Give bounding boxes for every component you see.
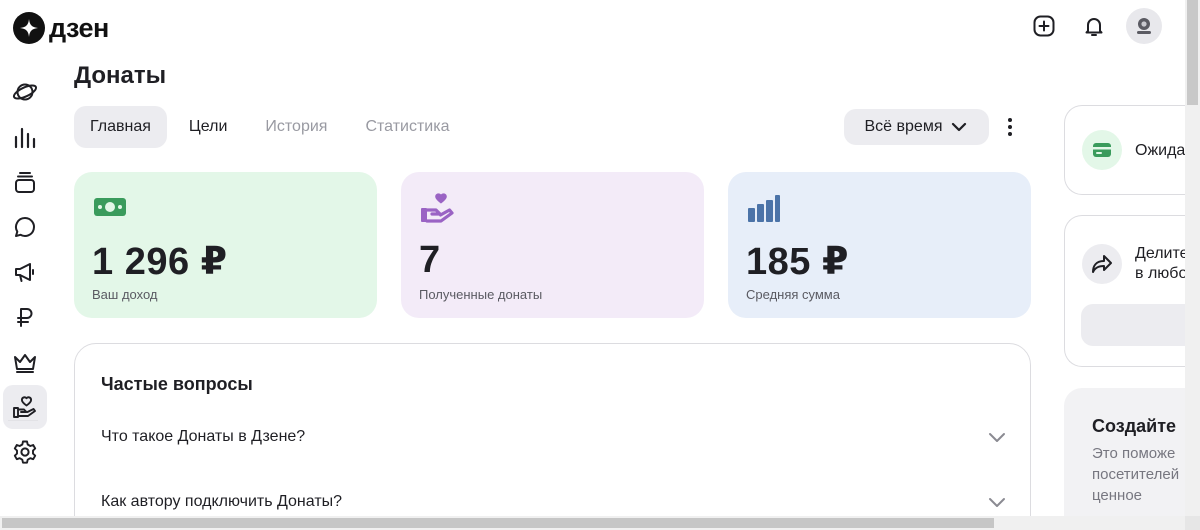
gear-icon xyxy=(13,440,37,464)
faq-item[interactable]: Что такое Донаты в Дзене? xyxy=(101,422,1006,452)
tab-main[interactable]: Главная xyxy=(74,106,167,148)
sidebar-item-donations[interactable] xyxy=(3,385,47,429)
vertical-scrollbar[interactable] xyxy=(1185,0,1200,516)
sidebar-item-premium[interactable] xyxy=(3,340,47,384)
heart-hand-icon xyxy=(419,192,455,231)
pending-text: Ожида xyxy=(1135,142,1186,159)
share-text-line2: в любо xyxy=(1135,265,1188,282)
logo-text: дзен xyxy=(49,12,109,43)
share-icon-wrap xyxy=(1082,244,1122,284)
chevron-down-icon xyxy=(989,433,1005,442)
sidebar-item-feed[interactable] xyxy=(3,70,47,114)
vertical-scroll-thumb[interactable] xyxy=(1187,0,1198,105)
income-label: Ваш доход xyxy=(92,287,158,302)
income-card: 1 296 ₽ Ваш доход xyxy=(74,172,377,318)
sidebar-item-stats[interactable] xyxy=(3,115,47,159)
tab-goals[interactable]: Цели xyxy=(173,106,243,148)
zen-star-icon xyxy=(13,12,45,44)
pending-card[interactable]: Ожида xyxy=(1064,105,1194,195)
average-amount-value: 185 ₽ xyxy=(746,241,849,283)
donations-count-card: 7 Полученные донаты xyxy=(401,172,704,318)
add-icon xyxy=(1033,15,1055,37)
share-button[interactable] xyxy=(1081,304,1194,346)
create-goal-line3: ценное xyxy=(1092,487,1143,504)
create-goal-text: Это поможе посетителей ценное xyxy=(1092,443,1179,506)
faq-question: Как автору подключить Донаты? xyxy=(101,493,343,510)
average-amount-label: Средняя сумма xyxy=(746,287,840,302)
crown-icon xyxy=(14,354,36,373)
share-icon xyxy=(1092,255,1112,273)
ruble-icon xyxy=(17,308,33,327)
faq-question: Что такое Донаты в Дзене? xyxy=(101,428,306,445)
income-value: 1 296 ₽ xyxy=(92,241,228,283)
bell-icon xyxy=(1085,18,1103,36)
period-value: Всё время xyxy=(864,118,943,135)
horizontal-scroll-thumb[interactable] xyxy=(2,518,994,528)
sidebar-item-publications[interactable] xyxy=(3,160,47,204)
tab-history[interactable]: История xyxy=(249,106,343,148)
share-text-line1: Делите xyxy=(1135,245,1189,262)
faq-title: Частые вопросы xyxy=(101,374,253,394)
sidebar-divider xyxy=(8,420,38,421)
chevron-down-icon xyxy=(952,122,967,132)
chat-icon xyxy=(14,216,35,237)
header-actions xyxy=(1026,8,1162,44)
card-icon xyxy=(1082,130,1122,170)
zen-logo[interactable]: дзен xyxy=(13,12,109,44)
page-title: Донаты xyxy=(74,62,167,89)
scrollbar-corner xyxy=(1185,516,1200,530)
bars-icon xyxy=(746,192,782,229)
stack-icon xyxy=(15,172,35,193)
donations-count-value: 7 xyxy=(419,239,441,281)
sidebar-item-monetization[interactable] xyxy=(3,295,47,339)
faq-section: Частые вопросы Что такое Донаты в Дзене?… xyxy=(74,343,1031,530)
sidebar-item-promotion[interactable] xyxy=(3,250,47,294)
horizontal-scrollbar[interactable] xyxy=(0,516,1200,530)
add-button[interactable] xyxy=(1026,8,1062,44)
faq-item[interactable]: Как автору подключить Донаты? xyxy=(101,487,1006,517)
planet-icon xyxy=(12,83,38,101)
donations-count-label: Полученные донаты xyxy=(419,287,543,302)
sidebar-item-comments[interactable] xyxy=(3,205,47,249)
share-card: Делите в любо xyxy=(1064,215,1194,367)
donate-hand-icon xyxy=(13,396,36,418)
more-vertical-icon xyxy=(1008,118,1012,136)
average-amount-card: 185 ₽ Средняя сумма xyxy=(728,172,1031,318)
wallet-card-icon xyxy=(1093,143,1111,157)
chevron-down-icon xyxy=(989,498,1005,507)
more-options-button[interactable] xyxy=(1000,110,1020,144)
tab-statistics[interactable]: Статистика xyxy=(349,106,465,148)
stats-icon xyxy=(14,127,36,149)
create-goal-line2: посетителей xyxy=(1092,466,1180,483)
notifications-button[interactable] xyxy=(1076,8,1112,44)
tabs: Главная Цели История Статистика xyxy=(74,106,465,148)
create-goal-title: Создайте xyxy=(1092,416,1177,436)
megaphone-icon xyxy=(15,263,34,282)
money-icon xyxy=(92,192,128,227)
sidebar xyxy=(0,70,50,475)
sidebar-item-settings[interactable] xyxy=(3,430,47,474)
period-select[interactable]: Всё время xyxy=(844,109,989,145)
create-goal-card: Создайте Это поможе посетителей ценное xyxy=(1064,388,1194,530)
avatar[interactable] xyxy=(1126,8,1162,44)
create-goal-line1: Это поможе xyxy=(1092,445,1176,462)
